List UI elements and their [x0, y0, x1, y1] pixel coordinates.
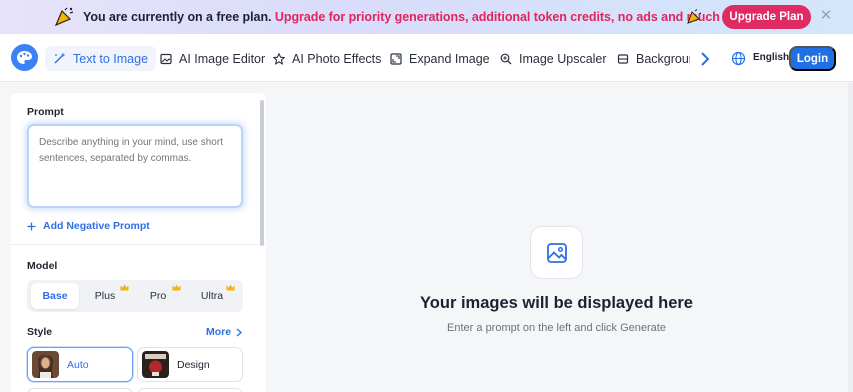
app-logo[interactable] — [11, 44, 38, 71]
language-selector[interactable]: English — [753, 52, 789, 63]
crown-icon — [226, 284, 235, 291]
more-styles-link[interactable]: More — [206, 326, 243, 338]
results-area: Your images will be displayed here Enter… — [268, 83, 853, 392]
model-option-label: Plus — [94, 290, 116, 302]
crown-icon — [172, 284, 181, 291]
tab-label: AI Photo Effects — [292, 51, 382, 66]
style-auto-thumbnail — [32, 351, 59, 378]
tab-label: Text to Image — [73, 51, 149, 66]
tab-background[interactable]: Background — [617, 46, 690, 71]
tab-ai-photo-effects[interactable]: AI Photo Effects — [273, 46, 381, 71]
empty-state-subtitle: Enter a prompt on the left and click Gen… — [447, 322, 666, 334]
palette-icon — [17, 51, 32, 64]
model-selector: Base Plus Pro Ultra — [27, 280, 243, 312]
empty-state-title: Your images will be displayed here — [420, 294, 693, 312]
page-scrollbar-track[interactable] — [848, 83, 853, 392]
party-popper-icon-small — [687, 9, 702, 24]
prompt-panel: Prompt Add Negative Prompt Model Base Pl… — [11, 93, 266, 392]
style-card-design[interactable]: Design — [137, 347, 243, 382]
top-nav: Text to Image AI Image Editor AI Photo E… — [0, 34, 853, 82]
star-icon — [273, 52, 285, 65]
tab-ai-image-editor[interactable]: AI Image Editor — [160, 46, 265, 71]
prompt-input[interactable] — [27, 124, 243, 208]
expand-icon — [390, 52, 402, 65]
promo-banner: You are currently on a free plan. Upgrad… — [0, 0, 853, 34]
tab-text-to-image[interactable]: Text to Image — [45, 46, 157, 71]
globe-icon[interactable] — [731, 51, 746, 66]
image-edit-icon — [160, 53, 172, 64]
add-negative-prompt-button[interactable]: Add Negative Prompt — [27, 220, 150, 232]
style-card-auto[interactable]: Auto — [27, 347, 133, 382]
tab-label: Expand Image — [409, 51, 490, 66]
upgrade-plan-button[interactable]: Upgrade Plan — [722, 5, 811, 29]
style-label: Style — [27, 326, 53, 338]
panel-scrollbar[interactable] — [260, 100, 264, 246]
tab-label: AI Image Editor — [179, 51, 266, 66]
tab-background-clip: Background — [610, 46, 690, 71]
party-popper-icon — [54, 7, 74, 27]
add-negative-prompt-label: Add Negative Prompt — [43, 220, 150, 232]
zoom-in-icon — [500, 53, 512, 64]
banner-message: You are currently on a free plan. Upgrad… — [83, 10, 758, 24]
divider — [11, 244, 266, 245]
style-card-partial[interactable] — [137, 388, 243, 392]
tab-expand-image[interactable]: Expand Image — [390, 46, 490, 71]
sparkle-wand-icon — [54, 52, 66, 64]
model-option-label: Ultra — [200, 290, 224, 302]
tab-label: Image Upscaler — [519, 51, 607, 66]
style-design-thumbnail — [142, 351, 169, 378]
model-option-base[interactable]: Base — [31, 283, 79, 309]
tab-image-upscaler[interactable]: Image Upscaler — [500, 46, 607, 71]
plus-icon — [27, 222, 36, 230]
chevron-right-icon — [236, 327, 243, 337]
more-label: More — [206, 326, 232, 338]
model-label: Model — [27, 260, 58, 272]
model-option-label: Pro — [149, 290, 167, 302]
tab-label: Background — [636, 51, 690, 66]
chevron-right-icon[interactable] — [698, 51, 712, 67]
close-banner-icon[interactable]: ✕ — [819, 8, 833, 23]
empty-state-icon-box — [530, 226, 583, 279]
image-placeholder-icon — [546, 242, 567, 263]
prompt-label: Prompt — [27, 106, 64, 118]
style-card-label: Auto — [67, 358, 89, 371]
login-button[interactable]: Login — [789, 46, 836, 71]
style-card-partial[interactable] — [27, 388, 133, 392]
layers-icon — [617, 53, 629, 64]
crown-icon — [120, 284, 129, 291]
banner-text-plain: You are currently on a free plan. — [83, 10, 275, 24]
style-card-label: Design — [177, 358, 210, 371]
